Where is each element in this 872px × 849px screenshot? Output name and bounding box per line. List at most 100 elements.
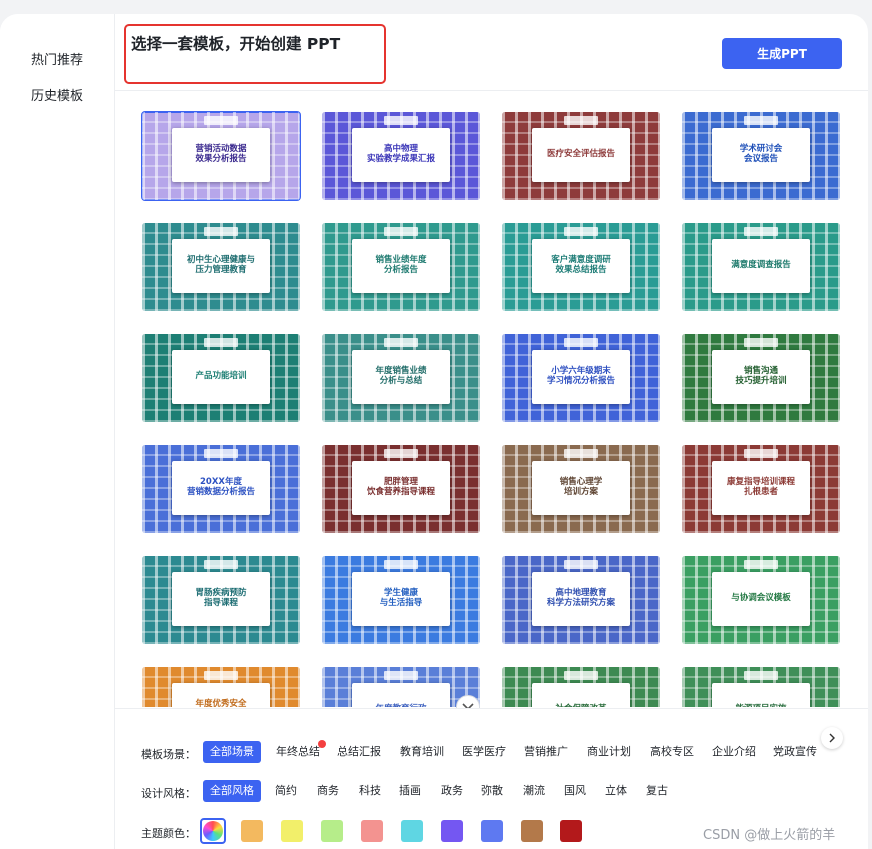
thumbnail-tag <box>744 449 778 458</box>
color-swatch[interactable] <box>241 820 263 842</box>
color-swatch[interactable] <box>521 820 543 842</box>
thumbnail-tag <box>384 449 418 458</box>
color-swatch[interactable] <box>361 820 383 842</box>
thumbnail-tag <box>204 449 238 458</box>
style-filter-chip[interactable]: 商务 <box>317 780 339 802</box>
thumbnail-tag <box>564 338 598 347</box>
scene-filter-chip[interactable]: 总结汇报 <box>337 741 381 763</box>
thumbnail-cover-card: 年度销售业绩 分析与总结 <box>352 350 450 404</box>
template-thumbnail[interactable]: 学术研讨会 会议报告 <box>682 112 840 200</box>
color-swatch[interactable] <box>281 820 303 842</box>
style-filter-chip[interactable]: 潮流 <box>523 780 545 802</box>
sidebar-item-history[interactable]: 历史模板 <box>31 85 83 104</box>
thumbnail-cover-card: 学生健康 与生活指导 <box>352 572 450 626</box>
thumbnail-cover-card: 客户满意度调研 效果总结报告 <box>532 239 630 293</box>
thumbnail-tag <box>384 227 418 236</box>
template-title: 营销活动数据 效果分析报告 <box>195 144 247 164</box>
template-thumbnail[interactable]: 肥胖管理 饮食营养指导课程 <box>322 445 480 533</box>
thumbnail-tag <box>744 560 778 569</box>
template-thumbnail[interactable]: 高中地理教育 科学方法研究方案 <box>502 556 660 644</box>
color-swatch[interactable] <box>481 820 503 842</box>
template-thumbnail[interactable]: 年度优秀安全 工作总结 <box>142 667 300 707</box>
thumbnail-tag <box>564 227 598 236</box>
template-title: 能源项目实施 <box>735 704 786 707</box>
template-title: 学术研讨会 会议报告 <box>739 144 783 164</box>
scene-filter-chip[interactable]: 企业介绍 <box>712 741 756 763</box>
thumbnail-cover-card: 满意度调查报告 <box>712 239 810 293</box>
template-thumbnail[interactable]: 学生健康 与生活指导 <box>322 556 480 644</box>
thumbnail-cover-card: 年度优秀安全 工作总结 <box>172 683 270 707</box>
template-thumbnail[interactable]: 小学六年级期末 学习情况分析报告 <box>502 334 660 422</box>
template-thumbnail[interactable]: 医疗安全评估报告 <box>502 112 660 200</box>
template-thumbnail[interactable]: 营销活动数据 效果分析报告 <box>141 111 301 201</box>
template-thumbnail[interactable]: 能源项目实施 <box>682 667 840 707</box>
style-filter-chip[interactable]: 插画 <box>399 780 421 802</box>
template-thumbnail[interactable]: 康复指导培训课程 扎根患者 <box>682 445 840 533</box>
template-title: 高中物理 实验教学成果汇报 <box>366 144 435 164</box>
template-thumbnail[interactable]: 销售业绩年度 分析报告 <box>322 223 480 311</box>
thumbnail-cover-card: 销售沟通 技巧提升培训 <box>712 350 810 404</box>
style-filter-chip[interactable]: 立体 <box>605 780 627 802</box>
scroll-right-chevron-icon[interactable] <box>821 727 843 749</box>
sidebar: 热门推荐 历史模板 <box>0 14 115 849</box>
thumbnail-tag <box>384 560 418 569</box>
template-thumbnail[interactable]: 年度销售业绩 分析与总结 <box>322 334 480 422</box>
thumbnail-tag <box>204 116 238 125</box>
scene-filter-chip[interactable]: 全部场景 <box>203 741 261 763</box>
color-swatch[interactable] <box>321 820 343 842</box>
color-swatch[interactable] <box>401 820 423 842</box>
template-title: 初中生心理健康与 压力管理教育 <box>186 255 255 275</box>
template-title: 销售业绩年度 分析报告 <box>375 255 427 275</box>
template-thumbnail[interactable]: 初中生心理健康与 压力管理教育 <box>142 223 300 311</box>
template-thumbnail[interactable]: 20XX年度 营销数据分析报告 <box>142 445 300 533</box>
thumbnail-cover-card: 与协调会议模板 <box>712 572 810 626</box>
thumbnail-tag <box>564 671 598 680</box>
template-thumbnail[interactable]: 销售心理学 培训方案 <box>502 445 660 533</box>
style-filter-chip[interactable]: 政务 <box>441 780 463 802</box>
style-filter-chip[interactable]: 弥散 <box>481 780 503 802</box>
scene-filter-chip[interactable]: 医学医疗 <box>462 741 506 763</box>
template-thumbnail[interactable]: 社会保障改革 <box>502 667 660 707</box>
template-title: 20XX年度 营销数据分析报告 <box>186 477 255 497</box>
thumbnail-cover-card: 医疗安全评估报告 <box>532 128 630 182</box>
template-thumbnail[interactable]: 胃肠疾病预防 指导课程 <box>142 556 300 644</box>
thumbnail-tag <box>384 116 418 125</box>
color-swatch[interactable] <box>441 820 463 842</box>
thumbnail-tag <box>384 338 418 347</box>
all-colors-swatch[interactable] <box>203 821 223 841</box>
template-thumbnail[interactable]: 与协调会议模板 <box>682 556 840 644</box>
scene-filter-chip[interactable]: 营销推广 <box>524 741 568 763</box>
template-title: 产品功能培训 <box>195 371 247 382</box>
template-thumbnail[interactable]: 客户满意度调研 效果总结报告 <box>502 223 660 311</box>
color-filter-label: 主题颜色： <box>141 827 196 840</box>
template-title: 社会保障改革 <box>555 704 606 707</box>
scene-filter-chip[interactable]: 高校专区 <box>650 741 694 763</box>
scene-filter-chip[interactable]: 年终总结 <box>276 741 320 763</box>
sidebar-item-hot[interactable]: 热门推荐 <box>31 49 83 68</box>
template-thumbnail[interactable]: 产品功能培训 <box>142 334 300 422</box>
thumbnail-tag <box>204 560 238 569</box>
color-swatch[interactable] <box>560 820 582 842</box>
generate-ppt-button[interactable]: 生成PPT <box>722 38 842 69</box>
thumbnail-tag <box>564 449 598 458</box>
template-thumbnail[interactable]: 销售沟通 技巧提升培训 <box>682 334 840 422</box>
watermark: CSDN @做上火箭的羊 <box>703 828 836 843</box>
style-filter-chip[interactable]: 简约 <box>275 780 297 802</box>
style-filter-chip[interactable]: 复古 <box>646 780 668 802</box>
style-filter-chip[interactable]: 全部风格 <box>203 780 261 802</box>
app-window: 热门推荐 历史模板 选择一套模板，开始创建 PPT 生成PPT 营销活动数据 效… <box>0 14 868 849</box>
style-filter-chip[interactable]: 科技 <box>359 780 381 802</box>
template-title: 高中地理教育 科学方法研究方案 <box>546 588 615 608</box>
style-filter-chip[interactable]: 国风 <box>564 780 586 802</box>
thumbnail-tag <box>204 227 238 236</box>
main-panel: 选择一套模板，开始创建 PPT 生成PPT 营销活动数据 效果分析报告 高中物理 … <box>115 14 868 849</box>
scene-filter-chip[interactable]: 商业计划 <box>587 741 631 763</box>
template-thumbnail[interactable]: 满意度调查报告 <box>682 223 840 311</box>
thumbnail-cover-card: 销售业绩年度 分析报告 <box>352 239 450 293</box>
thumbnail-cover-card: 产品功能培训 <box>172 350 270 404</box>
scene-filter-chip[interactable]: 党政宣传 <box>773 741 817 763</box>
thumbnail-tag <box>204 338 238 347</box>
template-thumbnail[interactable]: 高中物理 实验教学成果汇报 <box>322 112 480 200</box>
template-title: 客户满意度调研 效果总结报告 <box>551 255 611 275</box>
scene-filter-chip[interactable]: 教育培训 <box>400 741 444 763</box>
